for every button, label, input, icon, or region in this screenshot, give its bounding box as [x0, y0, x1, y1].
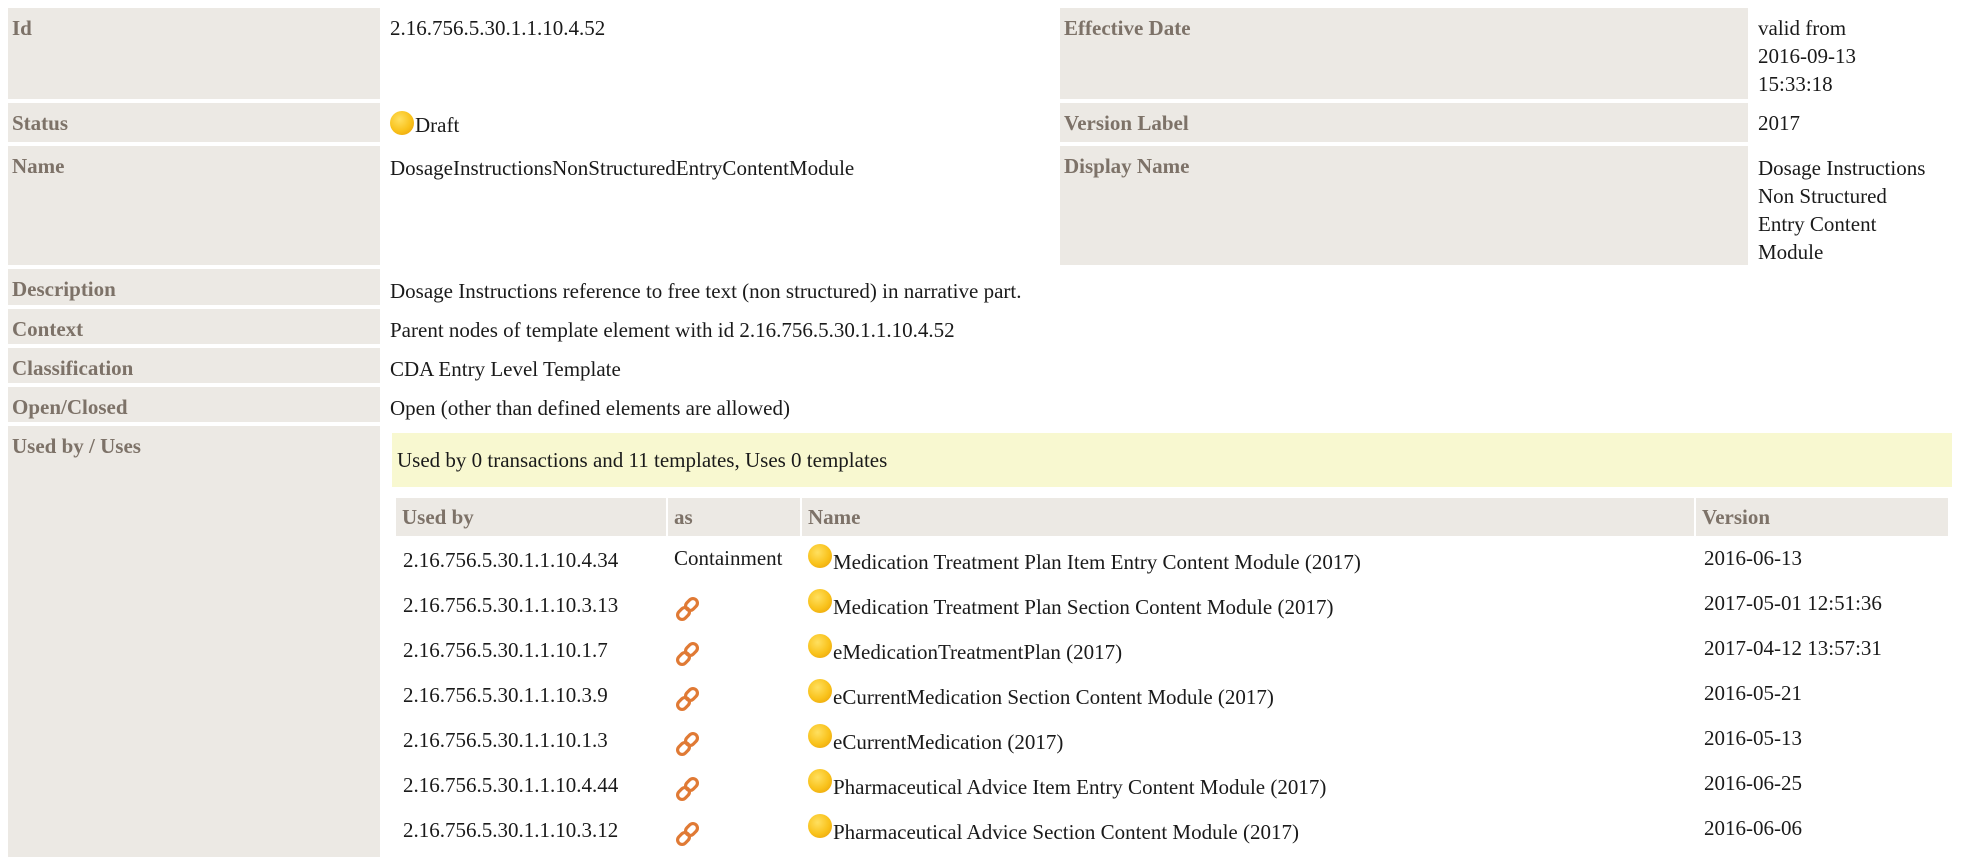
effective-date-label: Effective Date [1060, 8, 1748, 99]
used-by-id[interactable]: 2.16.756.5.30.1.1.10.3.12 [403, 816, 618, 844]
effective-date-value: valid from 2016-09-13 15:33:18 [1752, 8, 1962, 98]
template-name-text[interactable]: Pharmaceutical Advice Item Entry Content… [833, 775, 1326, 799]
template-version: 2016-06-13 [1704, 546, 1802, 570]
template-name-text[interactable]: Medication Treatment Plan Item Entry Con… [833, 550, 1361, 574]
template-version: 2016-06-25 [1704, 771, 1802, 795]
link-icon[interactable] [674, 595, 702, 630]
used-by-id[interactable]: 2.16.756.5.30.1.1.10.3.13 [403, 591, 618, 619]
effective-date-line: valid from [1758, 16, 1847, 40]
status-draft-icon [808, 769, 832, 793]
used-by-uses-label: Used by / Uses [8, 426, 380, 857]
table-row[interactable]: 2.16.756.5.30.1.1.10.3.13 Medication Trea… [396, 588, 1948, 633]
template-version: 2017-04-12 13:57:31 [1704, 636, 1882, 660]
status-label: Status [8, 103, 380, 142]
display-name-line: Dosage Instructions [1758, 156, 1926, 180]
table-row[interactable]: 2.16.756.5.30.1.1.10.4.44 Pharmaceutical … [396, 768, 1948, 813]
template-name[interactable]: eCurrentMedication (2017) [808, 724, 1063, 754]
effective-date-line: 2016-09-13 [1758, 44, 1856, 68]
template-name[interactable]: eCurrentMedication Section Content Modul… [808, 679, 1274, 709]
open-closed-value: Open (other than defined elements are al… [390, 396, 790, 420]
link-icon[interactable] [674, 820, 702, 855]
status-draft-icon [808, 679, 832, 703]
template-name-text[interactable]: Medication Treatment Plan Section Conten… [833, 595, 1333, 619]
context-label: Context [8, 309, 380, 344]
status-draft-icon [808, 589, 832, 613]
table-row[interactable]: 2.16.756.5.30.1.1.10.4.34 Containment Medi… [396, 543, 1948, 588]
link-icon[interactable] [674, 685, 702, 720]
template-name[interactable]: Medication Treatment Plan Section Conten… [808, 589, 1333, 619]
used-by-id[interactable]: 2.16.756.5.30.1.1.10.4.34 [403, 546, 618, 574]
display-name-line: Module [1758, 240, 1824, 264]
template-name[interactable]: Medication Treatment Plan Item Entry Con… [808, 544, 1361, 574]
link-icon[interactable] [674, 640, 702, 675]
column-header-name: Name [802, 498, 1694, 536]
template-name-text[interactable]: Pharmaceutical Advice Section Content Mo… [833, 820, 1299, 844]
id-value: 2.16.756.5.30.1.1.10.4.52 [390, 16, 606, 40]
template-name[interactable]: Pharmaceutical Advice Section Content Mo… [808, 814, 1299, 844]
id-label: Id [8, 8, 380, 99]
table-row[interactable]: 2.16.756.5.30.1.1.10.3.9 eCurrentMedicati… [396, 678, 1948, 723]
context-value: Parent nodes of template element with id… [390, 318, 955, 342]
status-draft-icon [390, 111, 414, 135]
status-value: Draft [384, 105, 1054, 139]
template-version: 2016-05-13 [1704, 726, 1802, 750]
relation-type: Containment [674, 546, 783, 570]
display-name-label: Display Name [1060, 146, 1748, 265]
template-name-text[interactable]: eCurrentMedication Section Content Modul… [833, 685, 1274, 709]
link-icon[interactable] [674, 730, 702, 765]
display-name-line: Entry Content [1758, 212, 1877, 236]
template-name-text[interactable]: eCurrentMedication (2017) [833, 730, 1063, 754]
status-draft-icon [808, 544, 832, 568]
used-by-id[interactable]: 2.16.756.5.30.1.1.10.3.9 [403, 681, 608, 709]
status-draft-icon [808, 814, 832, 838]
used-by-id[interactable]: 2.16.756.5.30.1.1.10.1.7 [403, 636, 608, 664]
display-name-line: Non Structured [1758, 184, 1887, 208]
table-row[interactable]: 2.16.756.5.30.1.1.10.1.7 eMedicationTreat… [396, 633, 1948, 678]
open-closed-label: Open/Closed [8, 387, 380, 422]
status-draft-icon [808, 724, 832, 748]
classification-label: Classification [8, 348, 380, 383]
template-name[interactable]: eMedicationTreatmentPlan (2017) [808, 634, 1122, 664]
template-version: 2016-06-06 [1704, 816, 1802, 840]
table-row[interactable]: 2.16.756.5.30.1.1.10.3.12 Pharmaceutical … [396, 813, 1948, 858]
status-text: Draft [415, 113, 460, 137]
version-label-value: 2017 [1758, 111, 1800, 135]
template-name[interactable]: Pharmaceutical Advice Item Entry Content… [808, 769, 1326, 799]
column-header-version: Version [1696, 498, 1948, 536]
usage-summary: Used by 0 transactions and 11 templates,… [392, 433, 1952, 487]
link-icon[interactable] [674, 775, 702, 810]
column-header-used-by: Used by [396, 498, 666, 536]
effective-date-line: 15:33:18 [1758, 72, 1833, 96]
column-header-as: as [668, 498, 800, 536]
name-label: Name [8, 146, 380, 265]
description-label: Description [8, 269, 380, 305]
used-by-id[interactable]: 2.16.756.5.30.1.1.10.1.3 [403, 726, 608, 754]
display-name-value: Dosage Instructions Non Structured Entry… [1752, 148, 1962, 266]
template-version: 2016-05-21 [1704, 681, 1802, 705]
version-label-label: Version Label [1060, 103, 1748, 142]
table-row[interactable]: 2.16.756.5.30.1.1.10.1.3 eCurrentMedicati… [396, 723, 1948, 768]
description-value: Dosage Instructions reference to free te… [390, 279, 1022, 303]
name-value: DosageInstructionsNonStructuredEntryCont… [390, 156, 855, 180]
status-draft-icon [808, 634, 832, 658]
template-name-text[interactable]: eMedicationTreatmentPlan (2017) [833, 640, 1122, 664]
used-by-id[interactable]: 2.16.756.5.30.1.1.10.4.44 [403, 771, 618, 799]
classification-value: CDA Entry Level Template [390, 357, 621, 381]
template-version: 2017-05-01 12:51:36 [1704, 591, 1882, 615]
